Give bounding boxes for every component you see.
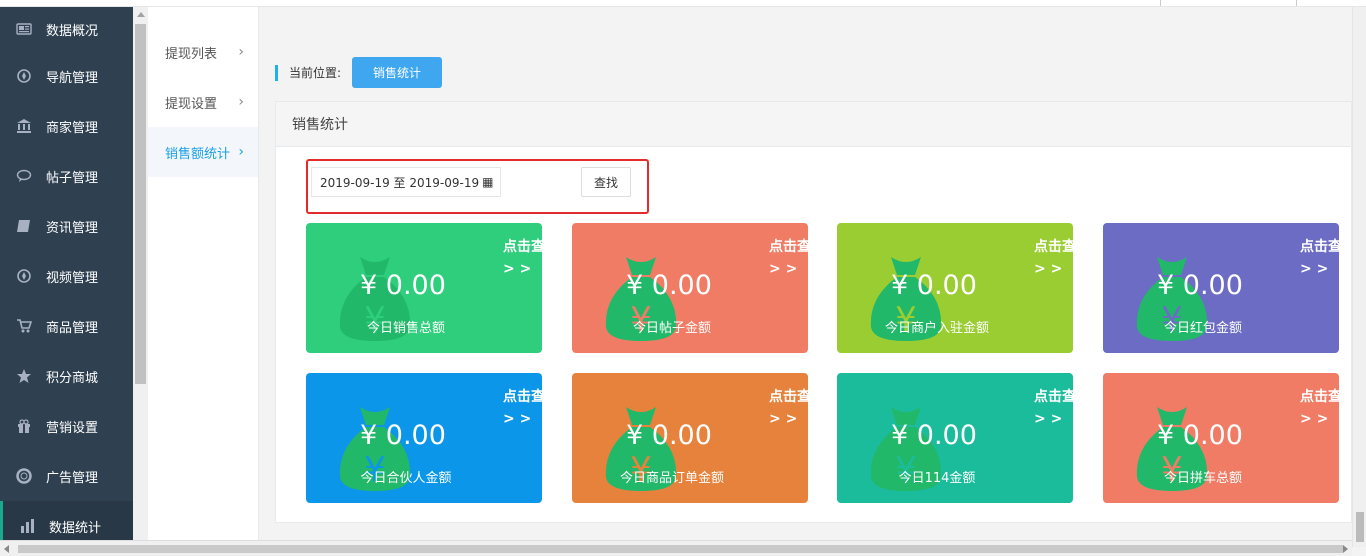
- search-button[interactable]: 查找: [581, 167, 631, 197]
- stat-amount: ¥ 0.00: [891, 420, 977, 451]
- stat-label: 今日商品订单金额: [619, 471, 724, 486]
- stat-card[interactable]: ¥ ¥ 0.00 今日合伙人金额 点击查 > >: [306, 373, 542, 503]
- sidebar-item-news[interactable]: 资讯管理: [0, 201, 133, 251]
- view-more-link[interactable]: 点击查 > >: [1300, 386, 1339, 430]
- stat-card[interactable]: ¥ ¥ 0.00 今日帖子金额 点击查 > >: [572, 223, 808, 353]
- scrollbar-thumb[interactable]: [1356, 512, 1364, 542]
- date-range-input[interactable]: 2019-09-19 至 2019-09-19 ▦: [311, 167, 501, 197]
- scrollbar-thumb[interactable]: [18, 545, 1343, 553]
- page-horizontal-scrollbar[interactable]: [0, 540, 1352, 556]
- stat-amount: ¥ 0.00: [360, 420, 446, 451]
- scroll-left-arrow-icon[interactable]: [4, 545, 9, 553]
- breadcrumb-label: 当前位置:: [289, 66, 342, 80]
- sidebar-item-label: 商品管理: [46, 320, 99, 336]
- comment-icon: [14, 166, 34, 186]
- stat-amount: ¥ 0.00: [1157, 270, 1243, 301]
- stat-amount: ¥ 0.00: [360, 270, 446, 301]
- sidebar-item-points-mall[interactable]: 积分商城: [0, 351, 133, 401]
- stat-amount: ¥ 0.00: [626, 420, 712, 451]
- book-icon: [14, 216, 34, 236]
- scrollbar-thumb[interactable]: [135, 24, 146, 384]
- stat-card[interactable]: ¥ ¥ 0.00 今日商品订单金额 点击查 > >: [572, 373, 808, 503]
- date-range-value: 2019-09-19 至 2019-09-19: [320, 175, 480, 190]
- stat-label: 今日114金额: [898, 471, 976, 486]
- sidebar-item-label: 资讯管理: [46, 220, 99, 236]
- sidebar-item-overview[interactable]: 数据概况: [0, 7, 133, 51]
- breadcrumb-marker: [275, 64, 278, 81]
- date-filter-box: 2019-09-19 至 2019-09-19 ▦ 查找: [306, 159, 649, 214]
- sidebar-scrollbar[interactable]: [133, 7, 148, 547]
- subnav-item-withdraw-list[interactable]: 提现列表 ›: [148, 27, 258, 77]
- sidebar-item-marketing[interactable]: 营销设置: [0, 401, 133, 451]
- breadcrumb: 当前位置: 销售统计: [275, 57, 443, 88]
- chevron-right-icon: ›: [238, 44, 244, 60]
- top-divider: [1296, 0, 1297, 6]
- sidebar-item-posts[interactable]: 帖子管理: [0, 151, 133, 201]
- sidebar-item-ads[interactable]: 广告管理: [0, 451, 133, 501]
- sidebar-item-label: 导航管理: [46, 70, 99, 86]
- view-more-link[interactable]: 点击查 > >: [503, 386, 542, 430]
- view-more-link[interactable]: 点击查 > >: [769, 386, 808, 430]
- stat-label: 今日商户入驻金额: [884, 321, 989, 336]
- sidebar-item-label: 商家管理: [46, 120, 99, 136]
- stat-card[interactable]: ¥ ¥ 0.00 今日红包金额 点击查 > >: [1103, 223, 1339, 353]
- stat-label: 今日帖子金额: [632, 321, 711, 336]
- subnav-item-label: 销售额统计: [165, 146, 231, 162]
- chevron-right-icon: ›: [238, 144, 244, 160]
- stat-label: 今日合伙人金额: [360, 471, 452, 486]
- stat-amount: ¥ 0.00: [626, 270, 712, 301]
- sidebar-item-label: 营销设置: [46, 420, 99, 436]
- subnav-item-sales-stats[interactable]: 销售额统计 ›: [148, 127, 258, 177]
- stat-amount: ¥ 0.00: [891, 270, 977, 301]
- sidebar-item-label: 帖子管理: [46, 170, 99, 186]
- sidebar-item-label: 广告管理: [46, 470, 99, 486]
- scroll-up-arrow-icon[interactable]: [137, 12, 145, 17]
- gift-icon: [14, 416, 34, 436]
- bank-icon: [14, 116, 34, 136]
- subnav-item-withdraw-settings[interactable]: 提现设置 ›: [148, 77, 258, 127]
- stat-card[interactable]: ¥ ¥ 0.00 今日114金额 点击查 > >: [837, 373, 1073, 503]
- view-more-link[interactable]: 点击查 > >: [769, 236, 808, 280]
- stat-card[interactable]: ¥ ¥ 0.00 今日销售总额 点击查 > >: [306, 223, 542, 353]
- view-more-link[interactable]: 点击查 > >: [1034, 386, 1073, 430]
- compass-icon: [14, 66, 34, 86]
- sidebar-item-label: 数据统计: [49, 520, 102, 536]
- page-vertical-scrollbar[interactable]: [1352, 7, 1366, 547]
- sidebar-item-label: 视频管理: [46, 270, 99, 286]
- breadcrumb-current-button[interactable]: 销售统计: [352, 57, 443, 88]
- stat-amount: ¥ 0.00: [1157, 420, 1243, 451]
- scroll-right-arrow-icon[interactable]: [1343, 545, 1348, 553]
- sidebar-item-label: 积分商城: [46, 370, 99, 386]
- stat-card[interactable]: ¥ ¥ 0.00 今日拼车总额 点击查 > >: [1103, 373, 1339, 503]
- calendar-icon: ▦: [482, 175, 494, 189]
- lifebuoy-icon: [14, 466, 34, 486]
- sidebar: 数据概况 导航管理 商家管理 帖子管理 资讯管理 视频管理 商品管理 积分商城 …: [0, 7, 133, 547]
- top-divider: [1160, 0, 1161, 6]
- view-more-link[interactable]: 点击查 > >: [503, 236, 542, 280]
- subnav-item-label: 提现列表: [165, 46, 218, 62]
- view-more-link[interactable]: 点击查 > >: [1300, 236, 1339, 280]
- stat-label: 今日红包金额: [1163, 321, 1242, 336]
- stat-card[interactable]: ¥ ¥ 0.00 今日商户入驻金额 点击查 > >: [837, 223, 1073, 353]
- sales-stats-panel: 销售统计 2019-09-19 至 2019-09-19 ▦ 查找 ¥ ¥ 0.0…: [275, 101, 1352, 523]
- newspaper-icon: [14, 19, 34, 39]
- star-icon: [14, 366, 34, 386]
- chart-icon: [17, 516, 37, 536]
- top-strip: [0, 0, 1366, 7]
- sidebar-item-label: 数据概况: [46, 23, 99, 39]
- sidebar-item-videos[interactable]: 视频管理: [0, 251, 133, 301]
- panel-title: 销售统计: [276, 102, 1351, 147]
- stat-label: 今日销售总额: [366, 321, 445, 336]
- subnav-item-label: 提现设置: [165, 96, 218, 112]
- sidebar-item-navigation[interactable]: 导航管理: [0, 51, 133, 101]
- stat-label: 今日拼车总额: [1163, 471, 1242, 486]
- sidebar-item-merchants[interactable]: 商家管理: [0, 101, 133, 151]
- sidebar-item-products[interactable]: 商品管理: [0, 301, 133, 351]
- cart-icon: [14, 316, 34, 336]
- secondary-nav: 提现列表 › 提现设置 › 销售额统计 ›: [148, 7, 259, 547]
- view-more-link[interactable]: 点击查 > >: [1034, 236, 1073, 280]
- main-content: 当前位置: 销售统计 销售统计 2019-09-19 至 2019-09-19 …: [260, 7, 1352, 547]
- compass-icon: [14, 266, 34, 286]
- chevron-right-icon: ›: [238, 94, 244, 110]
